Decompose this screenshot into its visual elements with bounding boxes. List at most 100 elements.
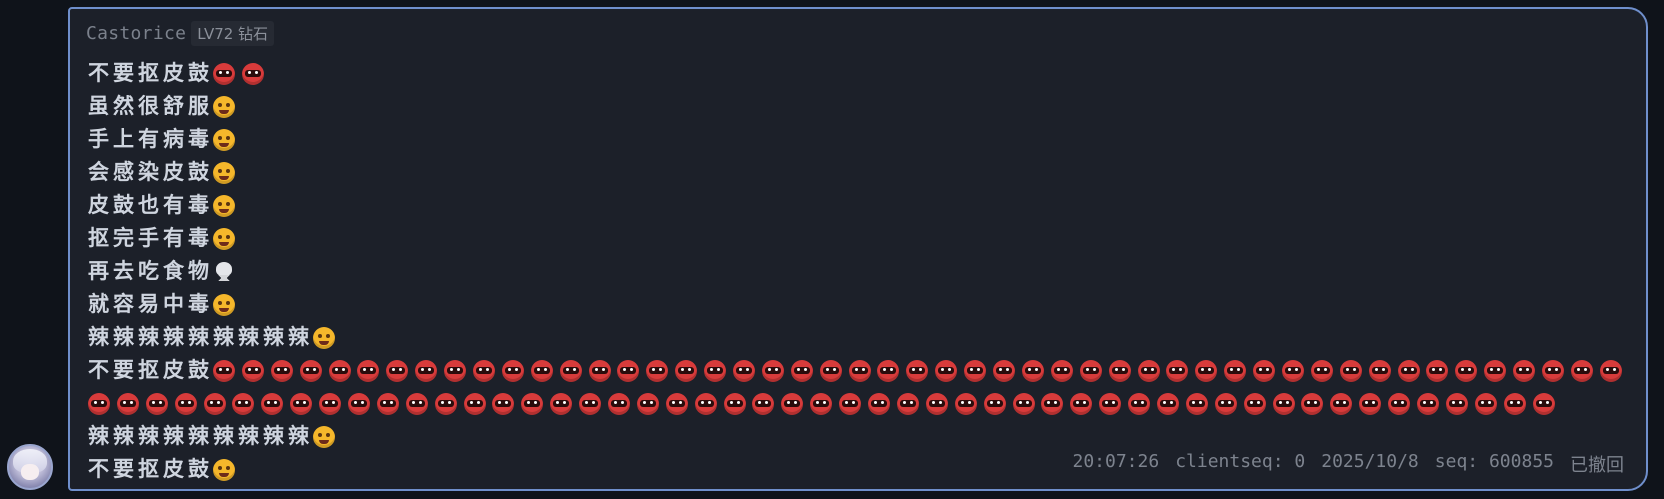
red-angry-face-icon <box>1474 392 1497 415</box>
red-angry-face-icon <box>1185 392 1208 415</box>
red-angry-face-icon <box>261 392 284 415</box>
message-time: 20:07:26 <box>1072 451 1160 472</box>
red-angry-face-icon <box>241 359 264 382</box>
red-angry-face-icon <box>1426 359 1449 382</box>
red-angry-face-icon <box>348 392 371 415</box>
kissing-face-icon <box>313 326 335 349</box>
red-angry-face-icon <box>1128 392 1151 415</box>
message-line-text: 不要抠皮鼓 <box>88 358 213 382</box>
red-angry-face-icon <box>935 359 958 382</box>
red-angry-face-icon <box>1455 359 1478 382</box>
message-line-text: 手上有病毒 <box>88 127 213 151</box>
red-angry-face-icon <box>1330 392 1353 415</box>
red-angry-face-icon <box>357 359 380 382</box>
message-line: 就容易中毒 <box>88 288 1629 321</box>
red-angry-face-icon <box>733 359 756 382</box>
message-clientseq: clientseq: 0 <box>1175 451 1306 472</box>
red-angry-face-icon <box>1195 359 1218 382</box>
red-angry-face-icon <box>290 392 313 415</box>
sender-name[interactable]: Castorice <box>86 23 186 44</box>
red-angry-face-icon <box>174 392 197 415</box>
red-angry-face-icon <box>1156 392 1179 415</box>
face-with-head-bandage-icon <box>313 425 335 448</box>
message-line-text: 辣辣辣辣辣辣辣辣辣 <box>88 325 313 349</box>
red-angry-face-icon <box>88 392 110 415</box>
level-badge: LV72 钻石 <box>191 21 275 46</box>
message-lines: 不要抠皮鼓 虽然很舒服 手上有病毒 会感染皮鼓 皮鼓也有毒 抠完手有毒 再去吃食物 就容易中毒… <box>88 57 1629 486</box>
red-angry-face-icon <box>588 359 611 382</box>
red-angry-face-icon <box>983 392 1006 415</box>
red-angry-face-icon <box>790 359 813 382</box>
red-angry-face-icon <box>1484 359 1507 382</box>
red-angry-face-icon <box>1397 359 1420 382</box>
red-angry-face-icon <box>116 392 139 415</box>
red-angry-face-icon <box>781 392 804 415</box>
red-angry-face-icon <box>232 392 255 415</box>
red-angry-face-icon <box>1224 359 1247 382</box>
red-angry-face-icon <box>1070 392 1093 415</box>
red-angry-face-icon <box>1310 359 1333 382</box>
red-angry-face-icon <box>579 392 602 415</box>
red-angry-face-icon <box>415 359 438 382</box>
message-line: 不要抠皮鼓 <box>88 354 1629 387</box>
red-angry-face-icon <box>665 392 688 415</box>
red-angry-face-icon <box>868 392 891 415</box>
red-angry-face-icon <box>328 359 351 382</box>
dizzy-face-icon <box>213 95 235 118</box>
red-angry-face-icon <box>1388 392 1411 415</box>
red-angry-face-icon <box>925 392 948 415</box>
red-angry-face-icon <box>386 359 409 382</box>
message-line: 会感染皮鼓 <box>88 156 1629 189</box>
red-angry-face-icon <box>444 359 467 382</box>
red-angry-face-icon <box>559 359 582 382</box>
red-angry-face-icon <box>1050 359 1073 382</box>
tired-face-icon <box>213 128 235 151</box>
squinting-face-with-tongue-icon <box>213 458 235 481</box>
hugging-face-icon <box>213 161 235 184</box>
message-line-text: 不要抠皮鼓 <box>88 457 213 481</box>
red-angry-face-icon <box>1281 359 1304 382</box>
message-line-text: 皮鼓也有毒 <box>88 193 213 217</box>
message-line: 辣辣辣辣辣辣辣辣辣 <box>88 321 1629 354</box>
red-angry-face-icon <box>145 392 168 415</box>
message-meta: 20:07:26 clientseq: 0 2025/10/8 seq: 600… <box>1072 451 1624 477</box>
red-angry-face-icon <box>1243 392 1266 415</box>
red-angry-face-icon <box>704 359 727 382</box>
red-angry-face-icon <box>1541 359 1564 382</box>
face-with-crossed-out-eyes-icon <box>213 227 235 250</box>
red-angry-face-icon <box>1359 392 1382 415</box>
red-angry-face-icon <box>299 359 322 382</box>
red-angry-face-icon <box>1012 392 1035 415</box>
red-angry-face-icon <box>723 392 746 415</box>
red-angry-face-icon <box>617 359 640 382</box>
red-angry-face-icon <box>1166 359 1189 382</box>
sender-avatar[interactable] <box>7 444 53 490</box>
red-angry-face-icon <box>1079 359 1102 382</box>
red-angry-face-icon <box>646 359 669 382</box>
red-angry-face-icon <box>1532 392 1555 415</box>
message-line: 抠完手有毒 <box>88 222 1629 255</box>
skull-and-crossbones-icon <box>213 261 235 283</box>
red-angry-face-icon <box>906 359 929 382</box>
red-angry-face-icon <box>1301 392 1324 415</box>
red-angry-face-icon <box>636 392 659 415</box>
message-line-text: 抠完手有毒 <box>88 226 213 250</box>
message-line-text: 辣辣辣辣辣辣辣辣辣 <box>88 424 313 448</box>
red-angry-face-icon <box>501 359 524 382</box>
red-angry-face-icon <box>819 359 842 382</box>
red-angry-face-icon <box>203 392 226 415</box>
red-angry-face-icon <box>1416 392 1439 415</box>
red-angry-face-icon <box>1214 392 1237 415</box>
message-date: 2025/10/8 <box>1321 451 1419 472</box>
message-bubble[interactable]: Castorice LV72 钻石 不要抠皮鼓 虽然很舒服手上有病毒会感染皮鼓皮鼓… <box>68 7 1648 491</box>
red-angry-face-icon <box>608 392 631 415</box>
red-angry-face-icon <box>213 62 235 85</box>
message-seq: seq: 600855 <box>1434 451 1554 472</box>
red-angry-face-icon <box>877 359 900 382</box>
message-line-text: 虽然很舒服 <box>88 94 213 118</box>
red-angry-face-icon <box>213 359 235 382</box>
red-angry-face-icon <box>1137 359 1160 382</box>
message-line-text: 会感染皮鼓 <box>88 160 213 184</box>
red-angry-face-icon <box>1599 359 1622 382</box>
message-line: 手上有病毒 <box>88 123 1629 156</box>
